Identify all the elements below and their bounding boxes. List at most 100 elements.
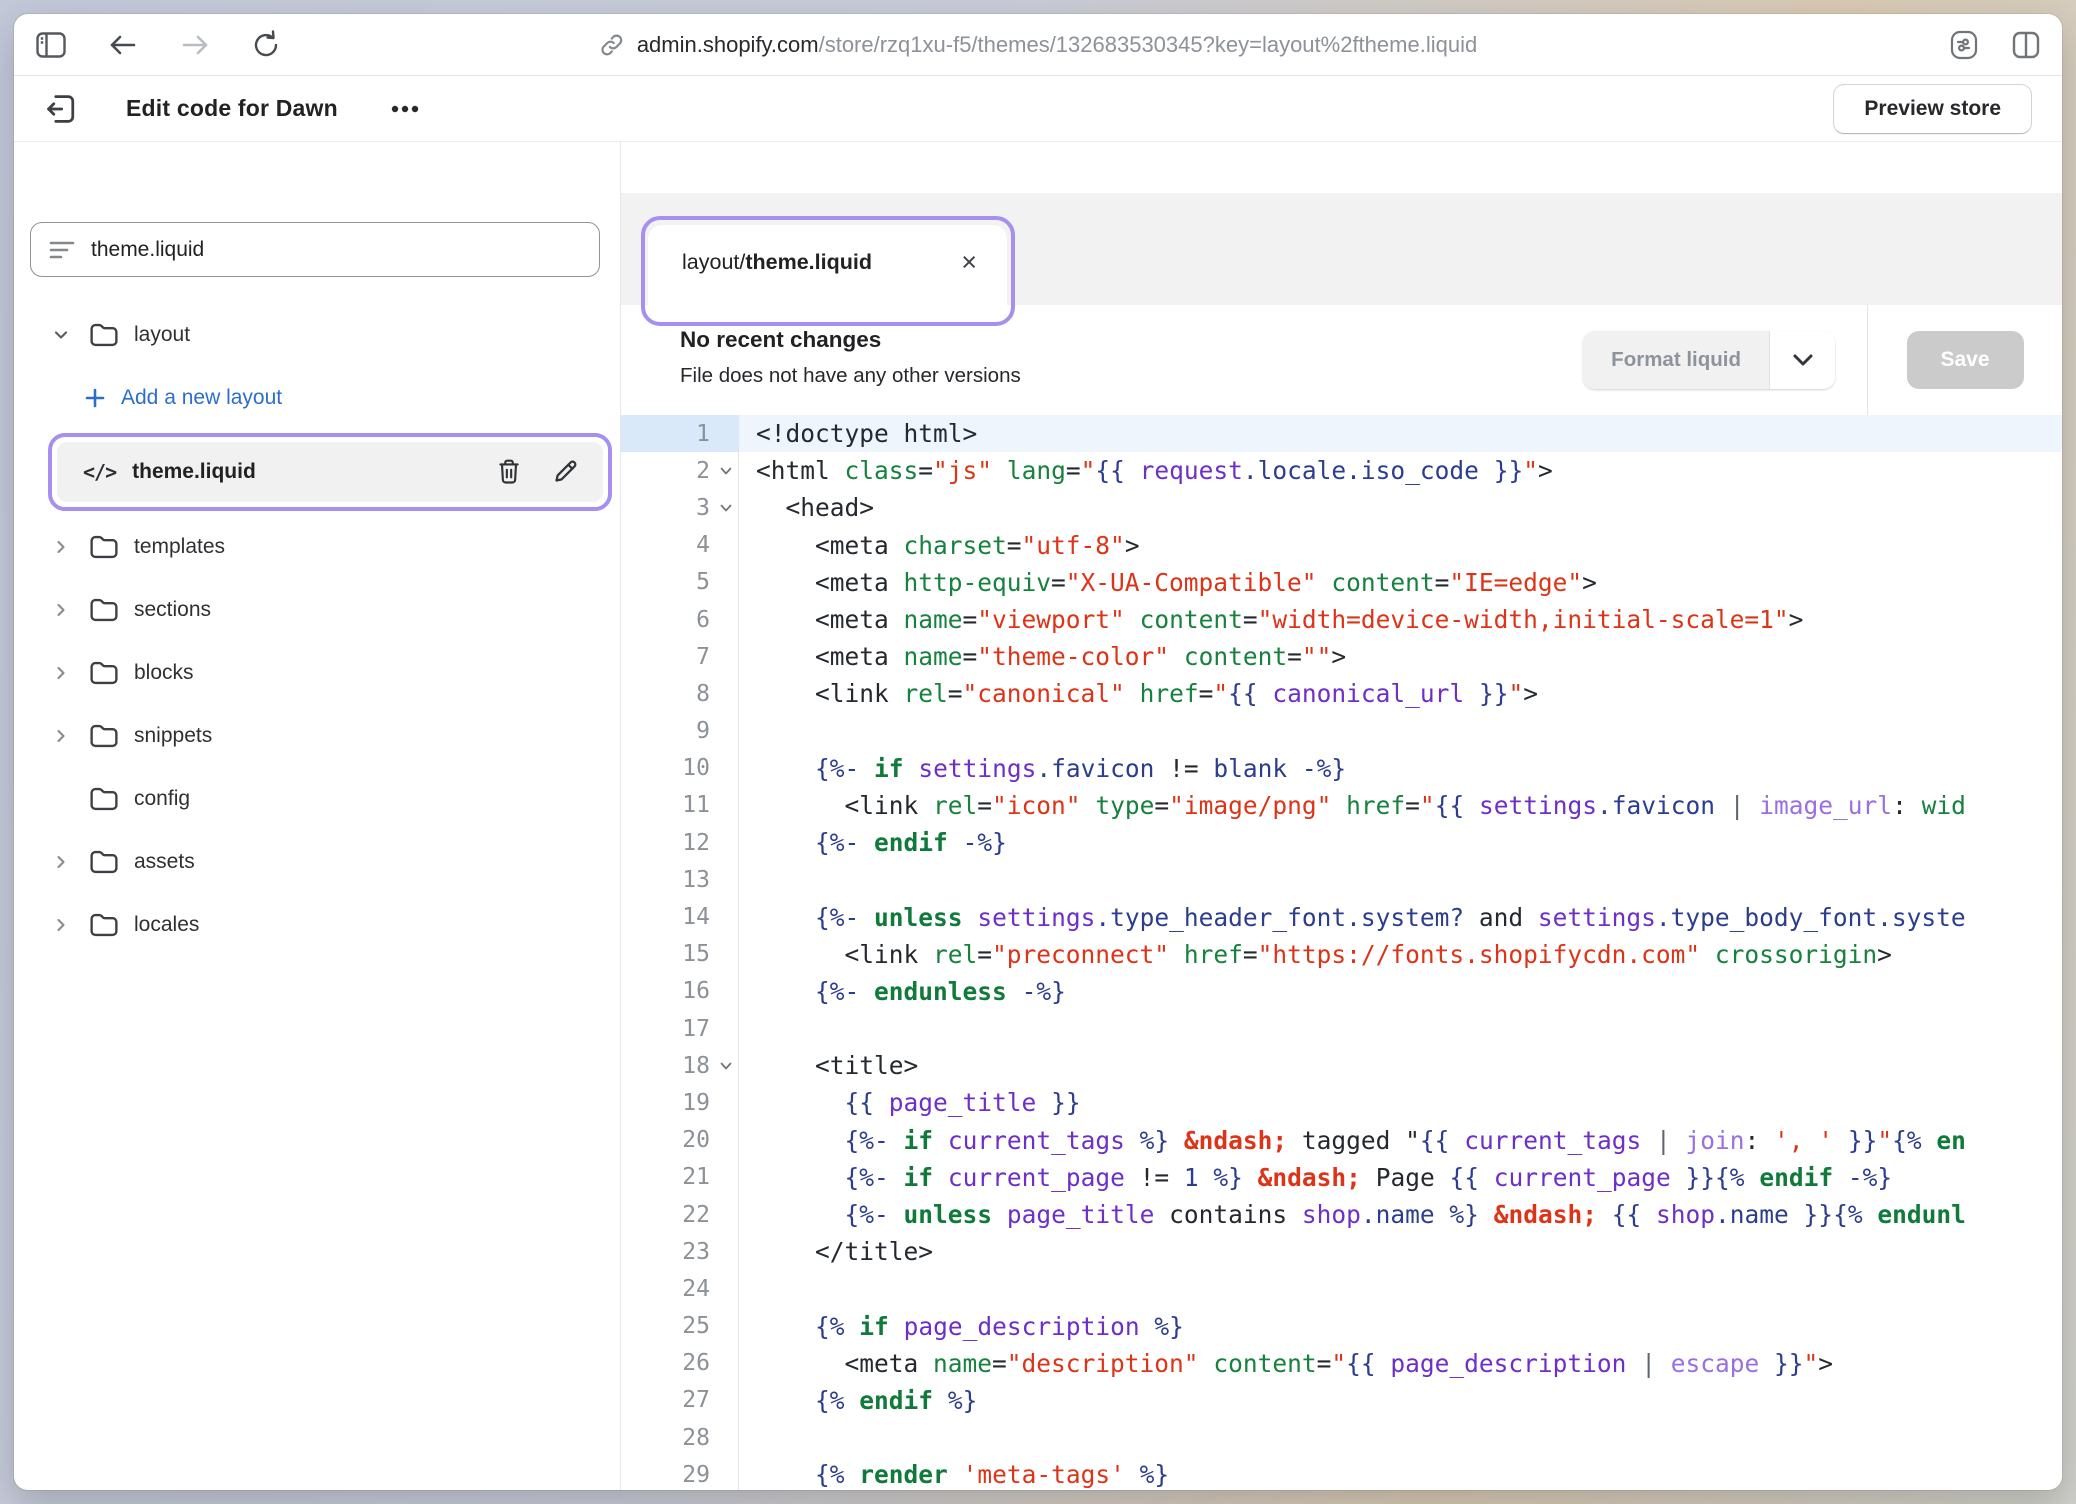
code-text[interactable]: <link rel="canonical" href="{{ canonical… (739, 675, 2062, 712)
code-line-5[interactable]: 5 <meta http-equiv="X-UA-Compatible" con… (621, 564, 2062, 601)
code-text[interactable]: {%- endif -%} (739, 824, 2062, 861)
code-text[interactable]: <head> (739, 489, 2062, 526)
code-line-6[interactable]: 6 <meta name="viewport" content="width=d… (621, 601, 2062, 638)
format-options-button[interactable] (1769, 331, 1835, 389)
code-text[interactable]: <meta name="viewport" content="width=dev… (739, 601, 2062, 638)
sidebar-action-add-a-new-layout[interactable]: Add a new layout (14, 366, 620, 429)
code-text[interactable]: {%- unless page_title contains shop.name… (739, 1196, 2062, 1233)
code-text[interactable]: <title> (739, 1047, 2062, 1084)
code-line-17[interactable]: 17 (621, 1010, 2062, 1047)
code-line-28[interactable]: 28 (621, 1419, 2062, 1456)
search-input[interactable] (91, 238, 581, 262)
chevron-right-icon[interactable] (51, 663, 71, 683)
trash-icon[interactable] (496, 458, 522, 486)
fold-toggle-icon[interactable] (719, 502, 733, 514)
code-line-4[interactable]: 4 <meta charset="utf-8"> (621, 527, 2062, 564)
code-line-14[interactable]: 14 {%- unless settings.type_header_font.… (621, 898, 2062, 935)
code-line-11[interactable]: 11 <link rel="icon" type="image/png" hre… (621, 787, 2062, 824)
code-line-3[interactable]: 3 <head> (621, 489, 2062, 526)
code-area[interactable]: 1<!doctype html>2<html class="js" lang="… (621, 415, 2062, 1490)
sidebar-folder-assets[interactable]: assets (14, 830, 620, 893)
code-text[interactable] (739, 1010, 2062, 1047)
code-text[interactable]: <meta http-equiv="X-UA-Compatible" conte… (739, 564, 2062, 601)
sidebar-folder-locales[interactable]: locales (14, 893, 620, 956)
overflow-menu-icon[interactable] (390, 104, 420, 114)
sidebar-folder-snippets[interactable]: snippets (14, 704, 620, 767)
code-text[interactable]: <meta name="theme-color" content=""> (739, 638, 2062, 675)
close-icon[interactable]: × (961, 249, 977, 276)
exit-icon[interactable] (44, 92, 78, 126)
format-liquid-button[interactable]: Format liquid (1583, 331, 1769, 389)
save-button[interactable]: Save (1907, 331, 2024, 389)
code-line-24[interactable]: 24 (621, 1270, 2062, 1307)
code-line-23[interactable]: 23 </title> (621, 1233, 2062, 1270)
code-line-15[interactable]: 15 <link rel="preconnect" href="https://… (621, 936, 2062, 973)
code-line-26[interactable]: 26 <meta name="description" content="{{ … (621, 1345, 2062, 1382)
code-text[interactable]: {%- endunless -%} (739, 973, 2062, 1010)
code-line-21[interactable]: 21 {%- if current_page != 1 %} &ndash; P… (621, 1159, 2062, 1196)
code-line-13[interactable]: 13 (621, 861, 2062, 898)
back-icon[interactable] (108, 32, 138, 58)
preview-store-button[interactable]: Preview store (1833, 84, 2032, 134)
code-text[interactable]: <meta charset="utf-8"> (739, 527, 2062, 564)
address-bar[interactable]: admin.shopify.com/store/rzq1xu-f5/themes… (599, 14, 1477, 75)
code-line-10[interactable]: 10 {%- if settings.favicon != blank -%} (621, 750, 2062, 787)
code-line-9[interactable]: 9 (621, 713, 2062, 750)
code-line-19[interactable]: 19 {{ page_title }} (621, 1084, 2062, 1121)
code-text[interactable]: <!doctype html> (739, 415, 2062, 452)
code-text[interactable]: {% if page_description %} (739, 1308, 2062, 1345)
code-text[interactable] (739, 861, 2062, 898)
chevron-right-icon[interactable] (51, 537, 71, 557)
chevron-down-icon[interactable] (51, 325, 71, 345)
code-text[interactable]: {%- if settings.favicon != blank -%} (739, 750, 2062, 787)
code-text[interactable] (739, 1270, 2062, 1307)
tab-layout-theme-liquid[interactable]: layout/theme.liquid × (648, 225, 1007, 305)
sidebar-folder-layout[interactable]: layout (14, 303, 620, 366)
code-text[interactable]: {%- unless settings.type_header_font.sys… (739, 898, 2062, 935)
code-text[interactable]: {{ page_title }} (739, 1084, 2062, 1121)
sidebar-file-theme-liquid[interactable]: </>theme.liquid (57, 442, 603, 502)
code-text[interactable]: <link rel="icon" type="image/png" href="… (739, 787, 2062, 824)
sidebar-folder-sections[interactable]: sections (14, 578, 620, 641)
item-label: templates (134, 535, 225, 559)
item-label: assets (134, 850, 195, 874)
code-text[interactable]: {% render 'meta-tags' %} (739, 1456, 2062, 1490)
browser-settings-icon[interactable] (1950, 30, 1978, 60)
code-text[interactable]: <link rel="preconnect" href="https://fon… (739, 936, 2062, 973)
code-line-25[interactable]: 25 {% if page_description %} (621, 1308, 2062, 1345)
chevron-right-icon[interactable] (51, 915, 71, 935)
pencil-icon[interactable] (552, 458, 579, 485)
split-view-icon[interactable] (2012, 31, 2040, 59)
code-line-2[interactable]: 2<html class="js" lang="{{ request.local… (621, 452, 2062, 489)
forward-icon[interactable] (180, 32, 210, 58)
code-text[interactable]: </title> (739, 1233, 2062, 1270)
fold-toggle-icon[interactable] (719, 465, 733, 477)
code-text[interactable]: {%- if current_page != 1 %} &ndash; Page… (739, 1159, 2062, 1196)
sidebar-toggle-icon[interactable] (36, 32, 66, 58)
code-line-16[interactable]: 16 {%- endunless -%} (621, 973, 2062, 1010)
fold-toggle-icon[interactable] (719, 1060, 733, 1072)
code-line-18[interactable]: 18 <title> (621, 1047, 2062, 1084)
code-line-22[interactable]: 22 {%- unless page_title contains shop.n… (621, 1196, 2062, 1233)
line-number: 29 (621, 1456, 739, 1490)
code-text[interactable]: <html class="js" lang="{{ request.locale… (739, 452, 2062, 489)
code-line-1[interactable]: 1<!doctype html> (621, 415, 2062, 452)
code-text[interactable]: <meta name="description" content="{{ pag… (739, 1345, 2062, 1382)
code-line-8[interactable]: 8 <link rel="canonical" href="{{ canonic… (621, 675, 2062, 712)
code-line-20[interactable]: 20 {%- if current_tags %} &ndash; tagged… (621, 1122, 2062, 1159)
code-text[interactable] (739, 713, 2062, 750)
chevron-right-icon[interactable] (51, 600, 71, 620)
code-line-12[interactable]: 12 {%- endif -%} (621, 824, 2062, 861)
code-line-29[interactable]: 29 {% render 'meta-tags' %} (621, 1456, 2062, 1490)
chevron-right-icon[interactable] (51, 852, 71, 872)
sidebar-folder-templates[interactable]: templates (14, 515, 620, 578)
code-text[interactable] (739, 1419, 2062, 1456)
code-text[interactable]: {%- if current_tags %} &ndash; tagged "{… (739, 1122, 2062, 1159)
code-text[interactable]: {% endif %} (739, 1382, 2062, 1419)
code-line-27[interactable]: 27 {% endif %} (621, 1382, 2062, 1419)
sidebar-folder-config[interactable]: config (14, 767, 620, 830)
reload-icon[interactable] (252, 30, 280, 60)
chevron-right-icon[interactable] (51, 726, 71, 746)
code-line-7[interactable]: 7 <meta name="theme-color" content=""> (621, 638, 2062, 675)
sidebar-folder-blocks[interactable]: blocks (14, 641, 620, 704)
